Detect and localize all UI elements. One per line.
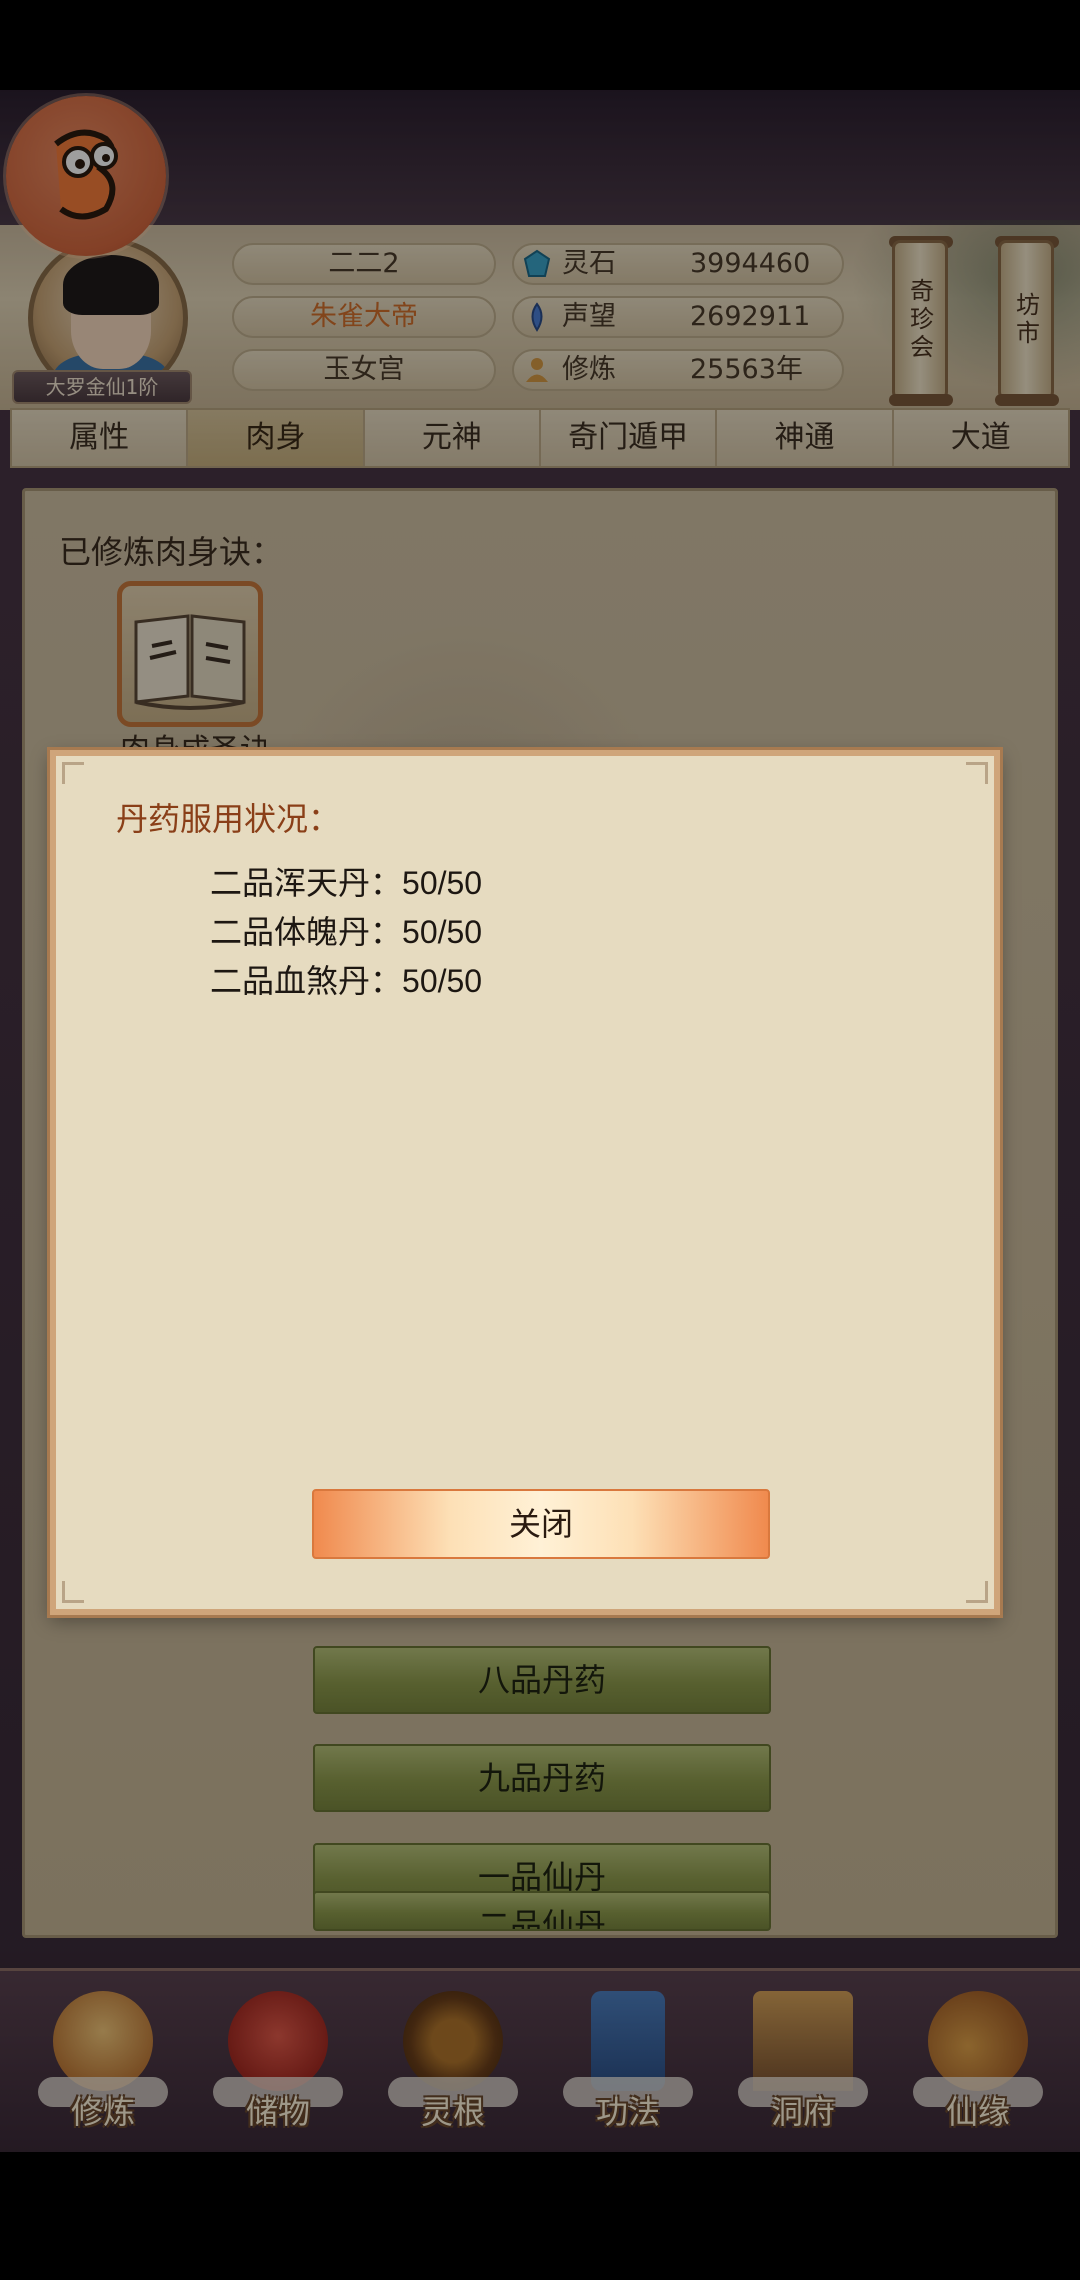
close-button[interactable]: 关闭 [312, 1489, 770, 1559]
pill-status-row: 二品浑天丹：50/50 [210, 858, 482, 904]
modal-corner [966, 1581, 988, 1603]
pill-name: 二品体魄丹： [210, 913, 403, 951]
pill-count: 50/50 [402, 865, 483, 901]
modal-corner [62, 762, 84, 784]
pill-name: 二品血煞丹： [210, 962, 403, 1000]
pill-name: 二品浑天丹： [210, 864, 403, 902]
modal-corner [62, 1581, 84, 1603]
dialog-title: 丹药服用状况： [116, 800, 341, 838]
pill-status-dialog: 丹药服用状况： 二品浑天丹：50/50 二品体魄丹：50/50 二品血煞丹：50… [50, 750, 1000, 1615]
modal-corner [966, 762, 988, 784]
pill-status-row: 二品体魄丹：50/50 [210, 907, 482, 953]
pill-count: 50/50 [402, 963, 483, 999]
system-nav-bar [0, 2152, 1080, 2280]
status-bar [0, 0, 1080, 90]
pill-status-row: 二品血煞丹：50/50 [210, 956, 482, 1002]
pill-count: 50/50 [402, 914, 483, 950]
